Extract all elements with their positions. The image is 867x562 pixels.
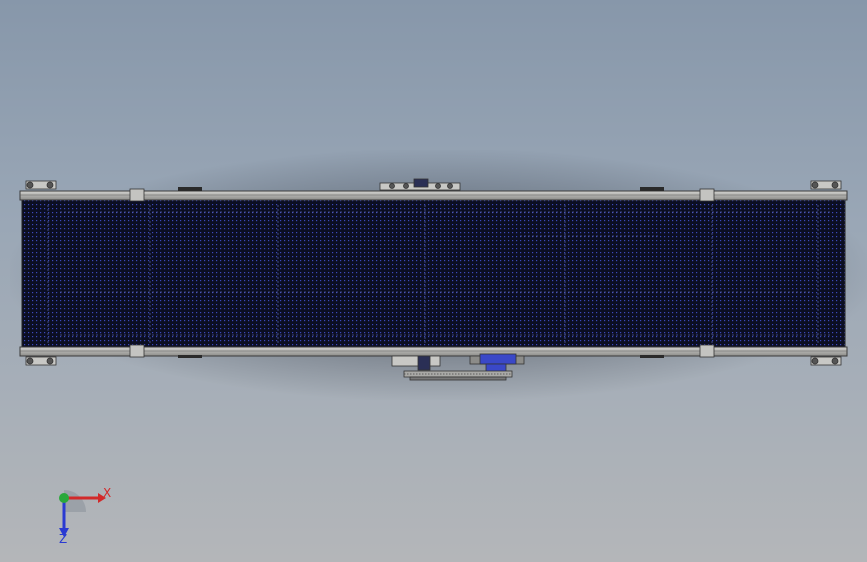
conveyor-model[interactable] xyxy=(0,0,867,562)
z-axis-label: Z xyxy=(59,532,68,546)
corner-foot-bottom-left xyxy=(25,356,57,366)
graphics-viewport[interactable]: X Z xyxy=(0,0,867,562)
center-top-bracket xyxy=(379,178,461,191)
corner-foot-top-right xyxy=(810,180,842,190)
x-axis-label: X xyxy=(103,486,112,500)
conveyor-belt xyxy=(21,199,846,349)
drive-unit xyxy=(391,353,525,381)
corner-foot-bottom-right xyxy=(810,356,842,366)
y-axis-dot xyxy=(59,493,69,503)
corner-foot-top-left xyxy=(25,180,57,190)
coordinate-triad: X Z xyxy=(40,478,130,548)
